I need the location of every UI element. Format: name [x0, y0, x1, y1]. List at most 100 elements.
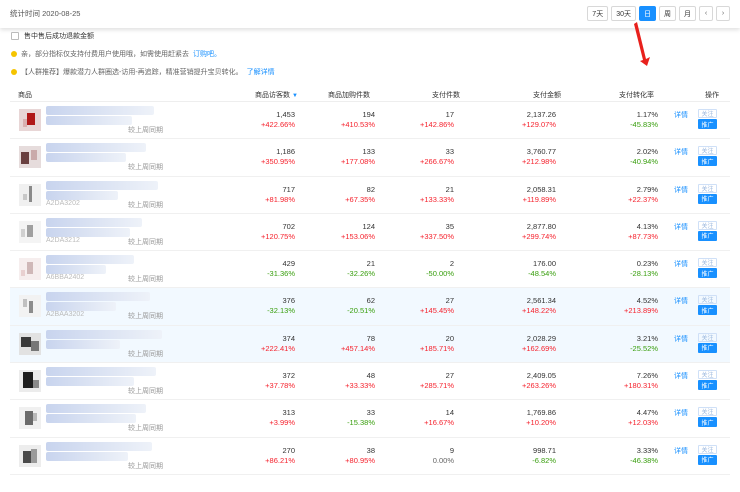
period-day-button[interactable]: 日 [639, 6, 656, 21]
promote-button[interactable]: 推广 [698, 454, 717, 465]
product-title-blurred[interactable] [46, 451, 128, 461]
detail-link[interactable]: 详情 [674, 371, 688, 381]
cell-conv: 3.21% -25.52% [578, 334, 658, 354]
col-pay-amount[interactable]: 支付金额 [533, 90, 561, 100]
promote-button[interactable]: 推广 [698, 268, 717, 279]
table-row[interactable]: A6BBA2402 较上周同期 429 -31.36% 21 -32.26% 2 -50.00… [10, 251, 730, 289]
follow-button[interactable]: 关注 [698, 258, 717, 268]
product-title-blurred[interactable] [46, 190, 118, 200]
subscribe-link[interactable]: 订购吧。 [193, 49, 221, 59]
product-title-blurred[interactable] [46, 302, 116, 312]
detail-link[interactable]: 详情 [674, 110, 688, 120]
product-thumbnail[interactable] [19, 407, 41, 430]
product-title-blurred[interactable] [46, 180, 158, 190]
follow-button[interactable]: 关注 [698, 407, 717, 417]
product-title-blurred[interactable] [46, 404, 146, 414]
table-row[interactable]: 较上周同期 1,453 +422.66% 194 +410.53% 17 +142.86% 2… [10, 102, 730, 140]
product-thumbnail[interactable] [19, 109, 41, 131]
period-selector: 7天 30天 日 周 月 ‹ › [587, 6, 730, 21]
period-7d-button[interactable]: 7天 [587, 6, 609, 21]
product-title-blurred[interactable] [46, 367, 156, 377]
col-pay-items[interactable]: 支付件数 [432, 90, 460, 100]
table-row[interactable]: 较上周同期 270 +86.21% 38 +80.95% 9 0.00% 998.71 -6.8… [10, 438, 730, 475]
table-row[interactable]: A2DA3212 较上周同期 702 +120.75% 124 +153.06% 35 +33… [10, 214, 730, 252]
product-thumbnail[interactable] [19, 295, 41, 318]
promote-button[interactable]: 推广 [698, 230, 717, 241]
cell-cart: 133 +177.08% [295, 147, 375, 167]
product-thumbnail[interactable] [19, 146, 41, 169]
refund-checkbox[interactable] [11, 32, 19, 40]
prev-arrow-icon[interactable]: ‹ [699, 6, 713, 21]
follow-button[interactable]: 关注 [698, 220, 717, 230]
promote-button[interactable]: 推广 [698, 342, 717, 353]
product-title-blurred[interactable] [46, 106, 154, 115]
product-thumbnail[interactable] [19, 220, 41, 243]
product-thumbnail[interactable] [19, 444, 41, 467]
promote-button[interactable]: 推广 [698, 193, 717, 204]
follow-button[interactable]: 关注 [698, 183, 717, 193]
refund-filter[interactable]: 售中售后成功退款金额 [11, 31, 94, 41]
product-thumbnail[interactable] [19, 370, 41, 393]
table-row[interactable]: 较上周同期 313 +3.99% 33 -15.38% 14 +16.67% 1,769.86… [10, 400, 730, 438]
follow-button[interactable]: 关注 [698, 109, 717, 118]
compare-label: 较上周同期 [128, 425, 163, 433]
product-title-blurred[interactable] [46, 441, 152, 451]
col-conversion[interactable]: 支付转化率 [619, 90, 654, 100]
period-30d-button[interactable]: 30天 [611, 6, 636, 21]
product-title-blurred[interactable] [46, 227, 130, 237]
product-title-blurred[interactable] [46, 153, 126, 163]
product-title-blurred[interactable] [46, 217, 142, 227]
detail-link[interactable]: 详情 [674, 222, 688, 232]
promote-button[interactable]: 推广 [698, 119, 717, 129]
table-row[interactable]: 较上周同期 372 +37.78% 48 +33.33% 27 +285.71% 2,409.… [10, 363, 730, 401]
promote-button[interactable]: 推广 [698, 305, 717, 316]
table-row[interactable]: 较上周同期 1,186 +350.95% 133 +177.08% 33 +266.67% 3… [10, 139, 730, 177]
table-row[interactable]: A2DA3202 较上周同期 717 +81.98% 82 +67.35% 21 +133.3… [10, 177, 730, 214]
next-arrow-icon[interactable]: › [716, 6, 730, 21]
follow-button[interactable]: 关注 [698, 444, 717, 454]
follow-button[interactable]: 关注 [698, 295, 717, 305]
sort-down-icon[interactable]: ▼ [292, 93, 298, 99]
stat-time: 统计时间 2020-08-25 [10, 9, 81, 18]
period-week-button[interactable]: 周 [659, 6, 676, 21]
product-thumbnail[interactable] [19, 258, 41, 281]
table-row[interactable]: A2BAA3202 较上周同期 376 -32.13% 62 -20.51% 27 +145.… [10, 288, 730, 326]
cell-amount: 1,769.86 +10.20% [476, 408, 556, 428]
col-cart[interactable]: 商品加购件数 [328, 90, 370, 100]
cell-conv: 0.23% -28.13% [578, 259, 658, 279]
detail-link[interactable]: 详情 [674, 446, 688, 456]
product-title-blurred[interactable] [46, 339, 120, 349]
detail-link[interactable]: 详情 [674, 185, 688, 195]
follow-button[interactable]: 关注 [698, 370, 717, 380]
promote-button[interactable]: 推广 [698, 380, 717, 391]
detail-link[interactable]: 详情 [674, 147, 688, 157]
product-title-blurred[interactable] [46, 292, 150, 302]
product-title-blurred[interactable] [46, 265, 106, 275]
product-title-blurred[interactable] [46, 329, 162, 339]
detail-link[interactable]: 详情 [674, 296, 688, 306]
period-month-button[interactable]: 月 [679, 6, 696, 21]
metric-change: +422.66% [261, 120, 295, 129]
promote-button[interactable]: 推广 [698, 417, 717, 428]
col-visitors[interactable]: 商品访客数 ▼ [255, 90, 298, 100]
detail-link[interactable]: 详情 [674, 259, 688, 269]
promote-button[interactable]: 推广 [698, 156, 717, 167]
metric-change: +86.21% [265, 455, 295, 465]
product-thumbnail[interactable] [19, 332, 41, 355]
metric-change: -32.26% [347, 269, 375, 279]
detail-link[interactable]: 详情 [674, 408, 688, 418]
details-link[interactable]: 了解详情 [247, 67, 275, 77]
compare-label: 较上周同期 [128, 388, 163, 396]
product-title-blurred[interactable] [46, 255, 134, 265]
product-title-blurred[interactable] [46, 377, 134, 387]
follow-button[interactable]: 关注 [698, 146, 717, 156]
detail-link[interactable]: 详情 [674, 334, 688, 344]
product-title-blurred[interactable] [46, 414, 136, 424]
metric-change: +337.50% [420, 231, 454, 241]
product-title-blurred[interactable] [46, 116, 132, 125]
product-thumbnail[interactable] [19, 183, 41, 206]
metric-value: 2 [449, 259, 454, 269]
follow-button[interactable]: 关注 [698, 332, 717, 342]
table-row[interactable]: 较上周同期 374 +222.41% 78 +457.14% 20 +185.71% 2,02… [10, 325, 730, 364]
product-title-blurred[interactable] [46, 143, 146, 153]
